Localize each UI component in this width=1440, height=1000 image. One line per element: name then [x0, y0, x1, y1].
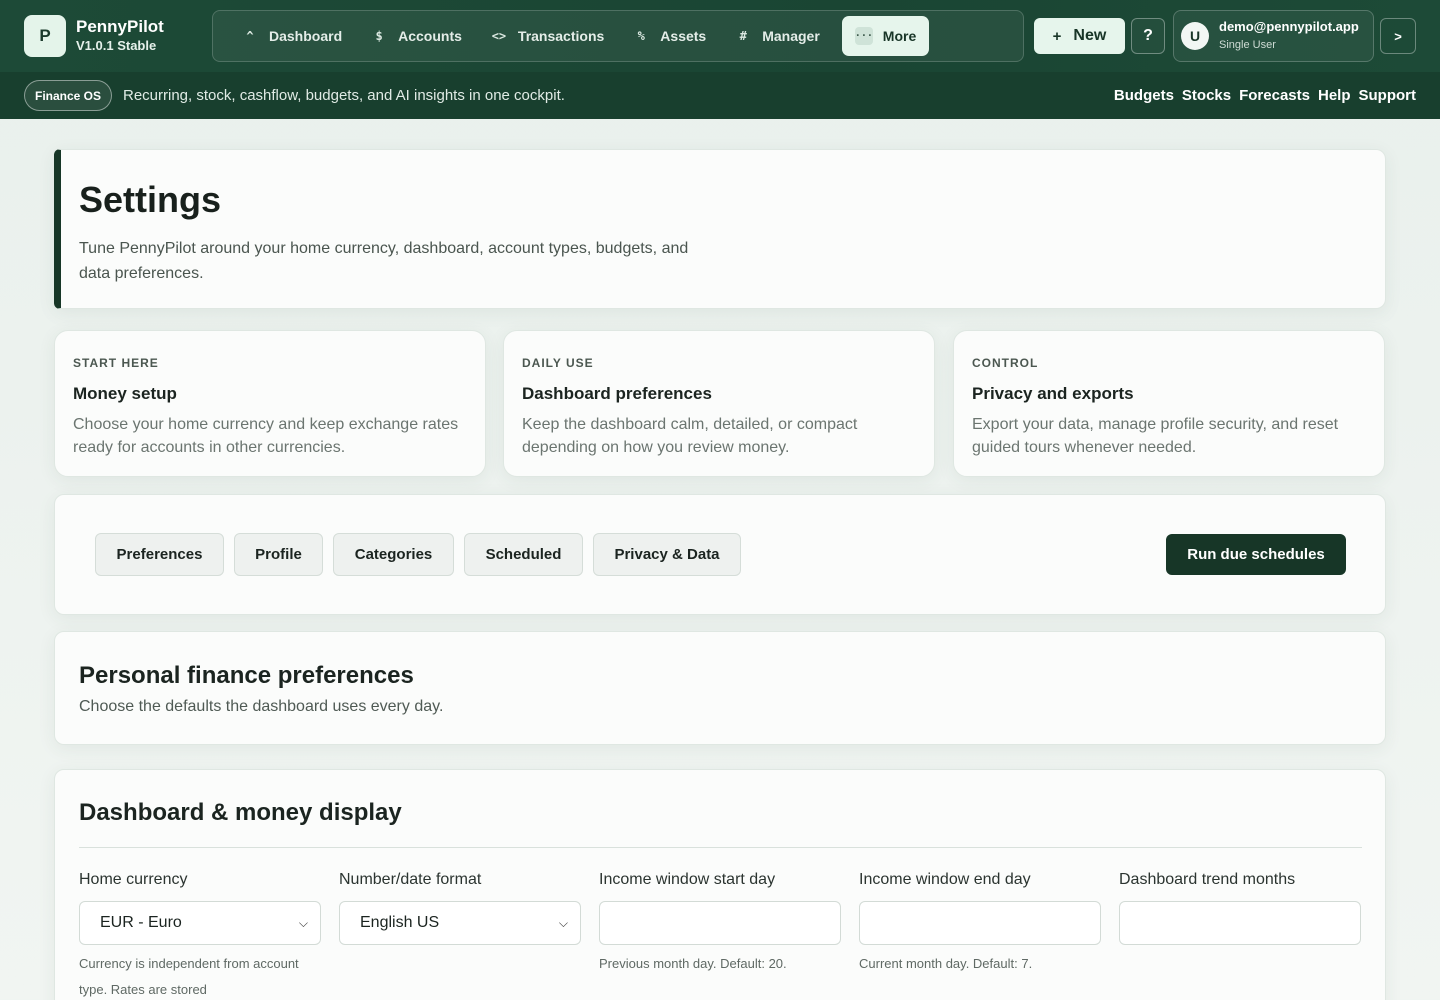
home-currency-select[interactable]: EUR - Euro ⌵ — [79, 901, 321, 945]
info-card-dashboard-preferences: DAILY USE Dashboard preferences Keep the… — [503, 330, 935, 477]
income-window-end-input[interactable] — [859, 901, 1101, 945]
field-label: Dashboard trend months — [1119, 871, 1296, 888]
tab-categories[interactable]: Categories — [333, 533, 454, 576]
nav-item-dashboard[interactable]: ^ Dashboard — [229, 16, 354, 56]
info-card-title: Money setup — [73, 384, 177, 403]
field-help: Currency is independent from account typ… — [79, 956, 299, 997]
link-forecasts[interactable]: Forecasts — [1239, 87, 1310, 104]
preferences-section: Personal finance preferences Choose the … — [54, 631, 1386, 745]
income-window-start-field: Income window start day Previous month d… — [599, 871, 841, 977]
nav-item-transactions[interactable]: <> Transactions — [478, 16, 616, 56]
dashboard-money-display-section: Dashboard & money display Home currency … — [54, 769, 1386, 1000]
info-card-eyebrow: CONTROL — [972, 356, 1039, 370]
field-label: Income window start day — [599, 871, 776, 888]
user-email: demo@pennypilot.app — [1219, 19, 1359, 34]
tab-scheduled[interactable]: Scheduled — [464, 533, 583, 576]
tab-preferences[interactable]: Preferences — [95, 533, 224, 576]
ellipsis-icon: ... — [854, 27, 873, 45]
finance-os-chip[interactable]: Finance OS — [24, 80, 113, 111]
brand[interactable]: P PennyPilot V1.0.1 Stable — [24, 15, 164, 57]
page-title: Settings — [79, 179, 222, 220]
info-card-title: Privacy and exports — [972, 384, 1134, 403]
quick-links: Budgets Stocks Forecasts Help Support — [1106, 87, 1416, 104]
chevron-down-icon: ⌵ — [298, 915, 308, 930]
income-window-start-input[interactable] — [599, 901, 841, 945]
nav-item-accounts[interactable]: $ Accounts — [358, 16, 474, 56]
info-card-desc: Keep the dashboard calm, detailed, or co… — [522, 416, 858, 456]
divider — [79, 847, 1362, 848]
dashboard-trend-months-field: Dashboard trend months — [1119, 871, 1361, 945]
info-card-privacy-exports: CONTROL Privacy and exports Export your … — [953, 330, 1385, 477]
tagline: Recurring, stock, cashflow, budgets, and… — [123, 87, 565, 104]
tab-profile[interactable]: Profile — [234, 533, 323, 576]
tab-privacy-data[interactable]: Privacy & Data — [593, 533, 741, 576]
help-button[interactable]: ? — [1131, 18, 1165, 54]
nav-item-label: Manager — [762, 28, 820, 44]
new-button-label: New — [1073, 27, 1107, 44]
section-title: Personal finance preferences — [79, 662, 414, 689]
select-value: EUR - Euro — [100, 914, 182, 931]
field-label: Income window end day — [859, 871, 1031, 888]
brand-version: V1.0.1 Stable — [76, 38, 157, 53]
link-budgets[interactable]: Budgets — [1114, 87, 1174, 104]
plus-icon: + — [1052, 27, 1062, 45]
nav-item-label: Transactions — [517, 28, 605, 44]
user-role: Single User — [1219, 39, 1276, 51]
info-card-eyebrow: START HERE — [73, 356, 159, 370]
section-subtitle: Choose the defaults the dashboard uses e… — [79, 698, 444, 715]
settings-tabs: Preferences Profile Categories Scheduled… — [54, 494, 1386, 615]
number-date-format-select[interactable]: English US ⌵ — [339, 901, 581, 945]
settings-hero: Settings Tune PennyPilot around your hom… — [54, 149, 1386, 309]
main-nav: ^ Dashboard $ Accounts <> Transactions %… — [212, 10, 1024, 62]
percent-icon: % — [637, 29, 645, 43]
brand-logo: P — [24, 15, 66, 57]
caret-up-icon: ^ — [246, 29, 254, 43]
dashboard-trend-months-input[interactable] — [1119, 901, 1361, 945]
nav-item-more[interactable]: ... More — [841, 16, 930, 56]
chevron-down-icon: ⌵ — [558, 915, 568, 930]
field-help: Previous month day. Default: 20. — [599, 956, 787, 971]
dollar-icon: $ — [375, 29, 383, 43]
info-card-title: Dashboard preferences — [522, 384, 712, 403]
income-window-end-field: Income window end day Current month day.… — [859, 871, 1101, 977]
link-stocks[interactable]: Stocks — [1182, 87, 1231, 104]
sub-bar: Finance OS Recurring, stock, cashflow, b… — [0, 72, 1440, 119]
link-help[interactable]: Help — [1318, 87, 1351, 104]
nav-item-assets[interactable]: % Assets — [620, 16, 718, 56]
expand-button[interactable]: > — [1380, 18, 1416, 54]
section-title: Dashboard & money display — [79, 799, 402, 826]
home-currency-field: Home currency EUR - Euro ⌵ Currency is i… — [79, 871, 321, 1000]
field-label: Number/date format — [339, 871, 482, 888]
hash-icon: # — [739, 29, 747, 43]
new-button[interactable]: + New — [1034, 18, 1125, 54]
page-description: Tune PennyPilot around your home currenc… — [79, 240, 689, 282]
nav-item-manager[interactable]: # Manager — [722, 16, 832, 56]
link-support[interactable]: Support — [1359, 87, 1417, 104]
info-card-money-setup: START HERE Money setup Choose your home … — [54, 330, 486, 477]
select-value: English US — [360, 914, 440, 931]
info-card-eyebrow: DAILY USE — [522, 356, 594, 370]
info-card-desc: Choose your home currency and keep excha… — [73, 416, 459, 456]
nav-item-label: Accounts — [398, 28, 462, 44]
field-label: Home currency — [79, 871, 188, 888]
avatar: U — [1181, 22, 1209, 50]
nav-item-label: More — [882, 28, 917, 44]
brand-name: PennyPilot — [76, 17, 164, 36]
nav-item-label: Dashboard — [269, 28, 343, 44]
info-card-desc: Export your data, manage profile securit… — [972, 416, 1339, 456]
run-due-schedules-button[interactable]: Run due schedules — [1166, 534, 1346, 575]
field-help: Current month day. Default: 7. — [859, 956, 1033, 971]
swap-icon: <> — [491, 29, 507, 43]
top-bar: P PennyPilot V1.0.1 Stable ^ Dashboard $… — [0, 0, 1440, 72]
number-date-format-field: Number/date format English US ⌵ — [339, 871, 581, 945]
nav-item-label: Assets — [660, 28, 707, 44]
user-menu[interactable]: U demo@pennypilot.app Single User — [1173, 10, 1374, 62]
